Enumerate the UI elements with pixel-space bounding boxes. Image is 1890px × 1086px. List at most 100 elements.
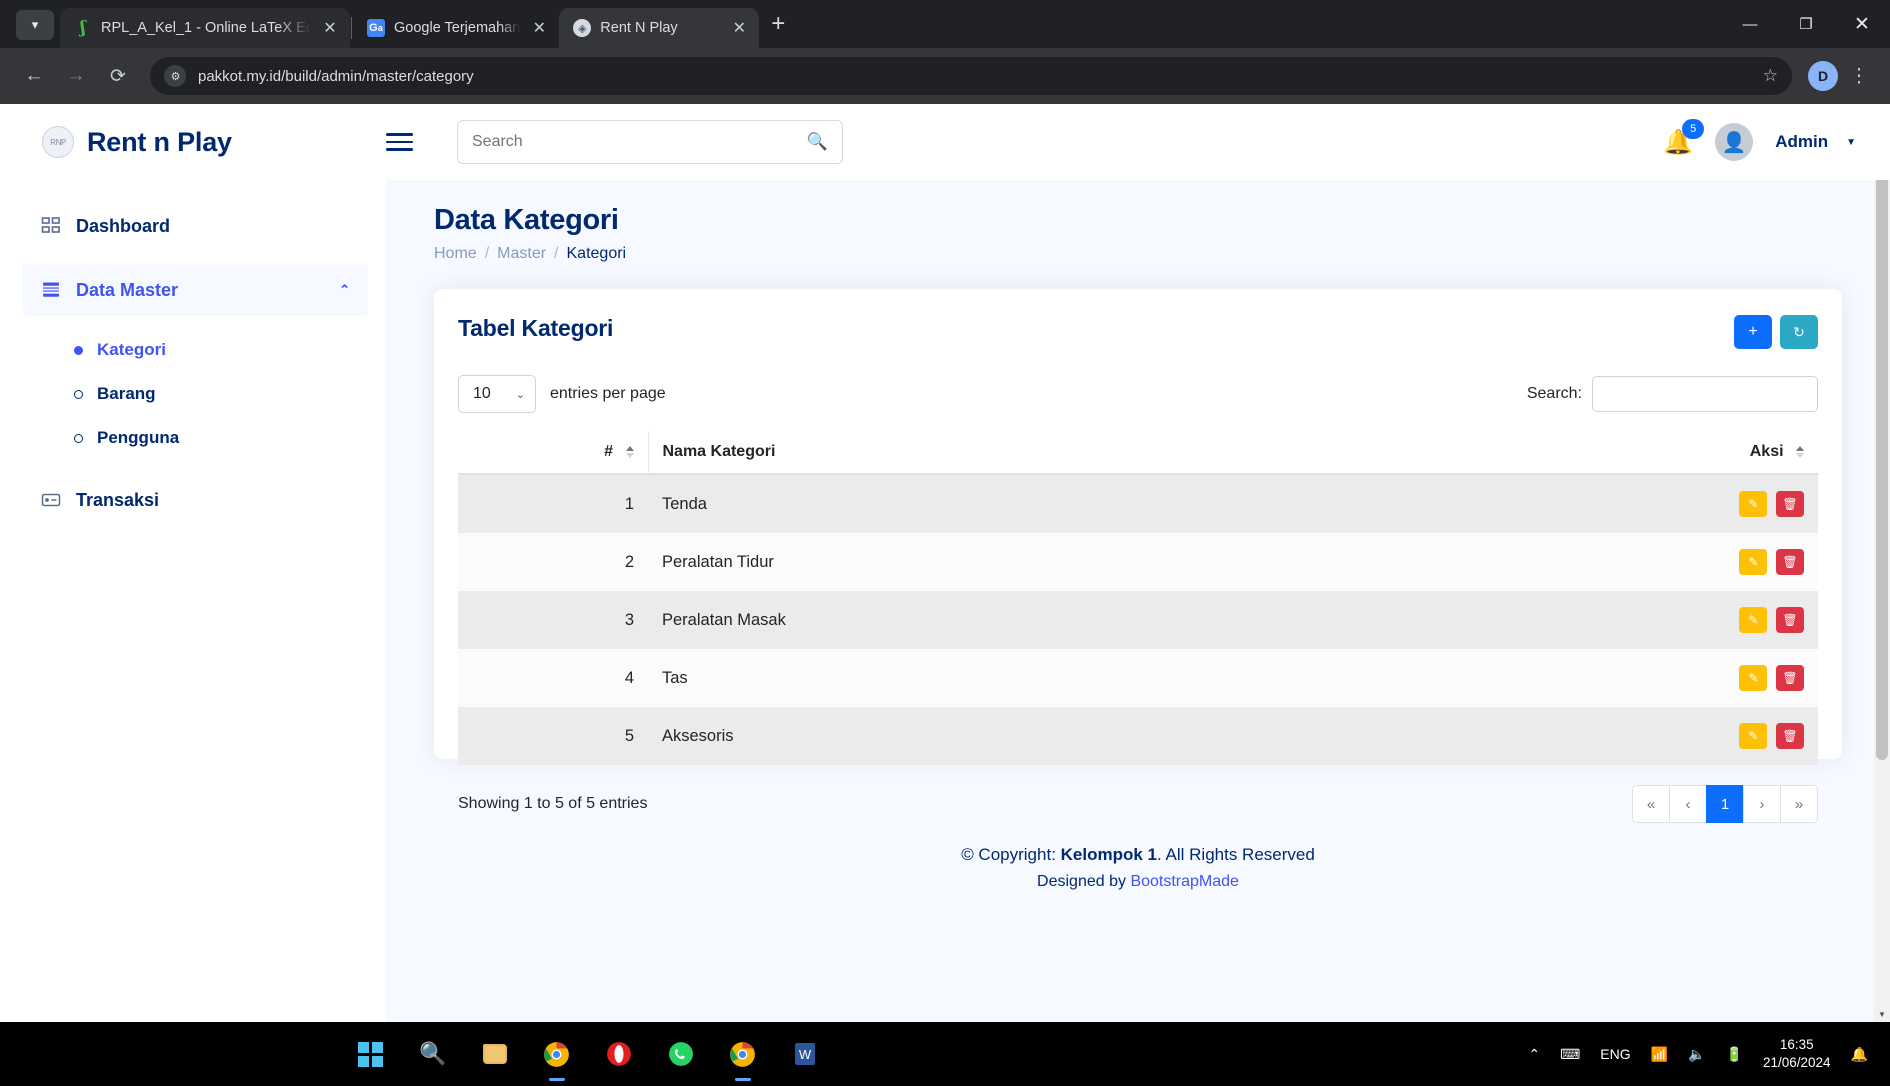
sidebar-item-barang[interactable]: Barang (62, 372, 368, 416)
clock-date: 21/06/2024 (1763, 1054, 1831, 1072)
site-settings-icon[interactable]: ⚙ (164, 65, 186, 87)
chevron-down-icon[interactable]: ▼ (1846, 137, 1856, 148)
page-next[interactable]: › (1743, 785, 1781, 823)
search-input[interactable] (472, 133, 807, 151)
designed-by-line: Designed by BootstrapMade (434, 873, 1842, 891)
table-row[interactable]: 2 Peralatan Tidur ✎ 🗑 (458, 533, 1818, 591)
edit-button[interactable]: ✎ (1739, 549, 1767, 575)
language-indicator[interactable]: ENG (1600, 1046, 1630, 1062)
column-header-nama[interactable]: Nama Kategori (648, 431, 1668, 474)
clock[interactable]: 16:35 21/06/2024 (1763, 1036, 1831, 1072)
search-icon[interactable]: 🔍 (807, 132, 828, 152)
close-icon[interactable]: ✕ (529, 18, 549, 38)
browser-tab-0[interactable]: ʃ RPL_A_Kel_1 - Online LaTeX Edit ✕ (60, 8, 350, 48)
table-search-label: Search: (1527, 385, 1582, 403)
breadcrumb-home[interactable]: Home (434, 245, 477, 263)
page-last[interactable]: » (1780, 785, 1818, 823)
entries-per-page-select[interactable]: 10 ⌄ (458, 375, 536, 413)
browser-menu-icon[interactable]: ⋮ (1844, 65, 1874, 88)
notifications[interactable]: 🔔 5 (1663, 128, 1693, 157)
tab-search-button[interactable]: ▾ (16, 10, 54, 40)
bootstrapmade-link[interactable]: BootstrapMade (1130, 873, 1239, 890)
chrome-active-icon[interactable] (725, 1036, 761, 1072)
browser-tab-1[interactable]: Ga Google Terjemahan ✕ (353, 8, 559, 48)
scrollbar-thumb[interactable] (1876, 120, 1888, 760)
table-search-input[interactable] (1592, 376, 1818, 412)
sidebar-item-kategori[interactable]: Kategori (62, 328, 368, 372)
sort-icon[interactable] (1796, 446, 1804, 458)
table-row[interactable]: 4 Tas ✎ 🗑 (458, 649, 1818, 707)
table-row[interactable]: 3 Peralatan Masak ✎ 🗑 (458, 591, 1818, 649)
address-bar[interactable]: ⚙ pakkot.my.id/build/admin/master/catego… (150, 57, 1792, 95)
browser-tab-2[interactable]: ◈ Rent N Play ✕ (559, 8, 759, 48)
sidebar-item-dashboard[interactable]: Dashboard (22, 200, 368, 252)
page-scrollbar[interactable]: ▲ ▼ (1874, 104, 1890, 1022)
table-header-row: # Nama Kategori Aksi (458, 431, 1818, 474)
user-name[interactable]: Admin (1775, 132, 1828, 152)
chrome-icon[interactable] (539, 1036, 575, 1072)
edit-button[interactable]: ✎ (1739, 607, 1767, 633)
tray-chevron-icon[interactable]: ⌃ (1528, 1046, 1540, 1063)
avatar[interactable]: 👤 (1715, 123, 1753, 161)
sidebar-item-label: Dashboard (76, 216, 170, 237)
notification-bell-icon[interactable]: 🔔 (1851, 1046, 1868, 1063)
copyright-suffix: . All Rights Reserved (1157, 845, 1315, 864)
table-row[interactable]: 1 Tenda ✎ 🗑 (458, 474, 1818, 533)
table-head: # Nama Kategori Aksi (458, 431, 1818, 474)
hamburger-icon[interactable] (386, 133, 413, 151)
url-text: pakkot.my.id/build/admin/master/category (198, 68, 1751, 85)
close-icon[interactable]: ✕ (320, 18, 340, 38)
edit-button[interactable]: ✎ (1739, 723, 1767, 749)
add-category-button[interactable]: + (1734, 315, 1772, 349)
back-button[interactable]: ← (16, 58, 52, 94)
bullet-icon (74, 346, 83, 355)
new-tab-button[interactable]: + (771, 10, 785, 38)
edit-button[interactable]: ✎ (1739, 665, 1767, 691)
sort-icon[interactable] (626, 446, 634, 458)
breadcrumb-master[interactable]: Master (497, 245, 546, 263)
battery-icon[interactable]: 🔋 (1726, 1046, 1743, 1063)
delete-button[interactable]: 🗑 (1776, 549, 1804, 575)
maximize-button[interactable]: ❐ (1778, 0, 1834, 48)
scroll-down-icon[interactable]: ▼ (1874, 1006, 1890, 1022)
whatsapp-icon[interactable] (663, 1036, 699, 1072)
column-header-aksi[interactable]: Aksi (1668, 431, 1818, 474)
table-row[interactable]: 5 Aksesoris ✎ 🗑 (458, 707, 1818, 765)
sidebar-item-pengguna[interactable]: Pengguna (62, 416, 368, 460)
close-window-button[interactable]: ✕ (1834, 0, 1890, 48)
table-controls: 10 ⌄ entries per page Search: (458, 375, 1818, 413)
card-title: Tabel Kategori (458, 315, 613, 342)
opera-icon[interactable] (601, 1036, 637, 1072)
pagination: « ‹ 1 › » (1633, 785, 1818, 823)
edit-button[interactable]: ✎ (1739, 491, 1767, 517)
close-icon[interactable]: ✕ (729, 18, 749, 38)
delete-button[interactable]: 🗑 (1776, 665, 1804, 691)
sidebar-item-transaksi[interactable]: Transaksi (22, 474, 368, 526)
reload-button[interactable]: ⟳ (100, 58, 136, 94)
brand[interactable]: RNP Rent n Play (42, 126, 386, 158)
chevron-up-icon[interactable]: ⌃ (339, 282, 350, 298)
windows-start-icon[interactable] (353, 1036, 389, 1072)
minimize-button[interactable]: — (1722, 0, 1778, 48)
page-prev[interactable]: ‹ (1669, 785, 1707, 823)
column-header-num[interactable]: # (458, 431, 648, 474)
volume-icon[interactable]: 🔈 (1688, 1046, 1705, 1063)
refresh-button[interactable]: ↻ (1780, 315, 1818, 349)
column-label: Aksi (1750, 443, 1784, 460)
delete-button[interactable]: 🗑 (1776, 607, 1804, 633)
bookmark-star-icon[interactable]: ☆ (1763, 66, 1778, 86)
page-first[interactable]: « (1632, 785, 1670, 823)
page-viewport: RNP Rent n Play 🔍 🔔 5 👤 Admin ▼ (0, 104, 1890, 1022)
delete-button[interactable]: 🗑 (1776, 491, 1804, 517)
wifi-icon[interactable]: 📶 (1651, 1046, 1668, 1063)
delete-button[interactable]: 🗑 (1776, 723, 1804, 749)
sidebar-item-data-master[interactable]: Data Master ⌃ (22, 264, 368, 316)
profile-avatar[interactable]: D (1808, 61, 1838, 91)
keyboard-icon[interactable]: ⌨ (1560, 1046, 1580, 1063)
forward-button[interactable]: → (58, 58, 94, 94)
header-search[interactable]: 🔍 (457, 120, 843, 164)
file-explorer-icon[interactable] (477, 1036, 513, 1072)
word-icon[interactable]: W (787, 1036, 823, 1072)
search-icon[interactable]: 🔍 (415, 1036, 451, 1072)
page-1[interactable]: 1 (1706, 785, 1744, 823)
